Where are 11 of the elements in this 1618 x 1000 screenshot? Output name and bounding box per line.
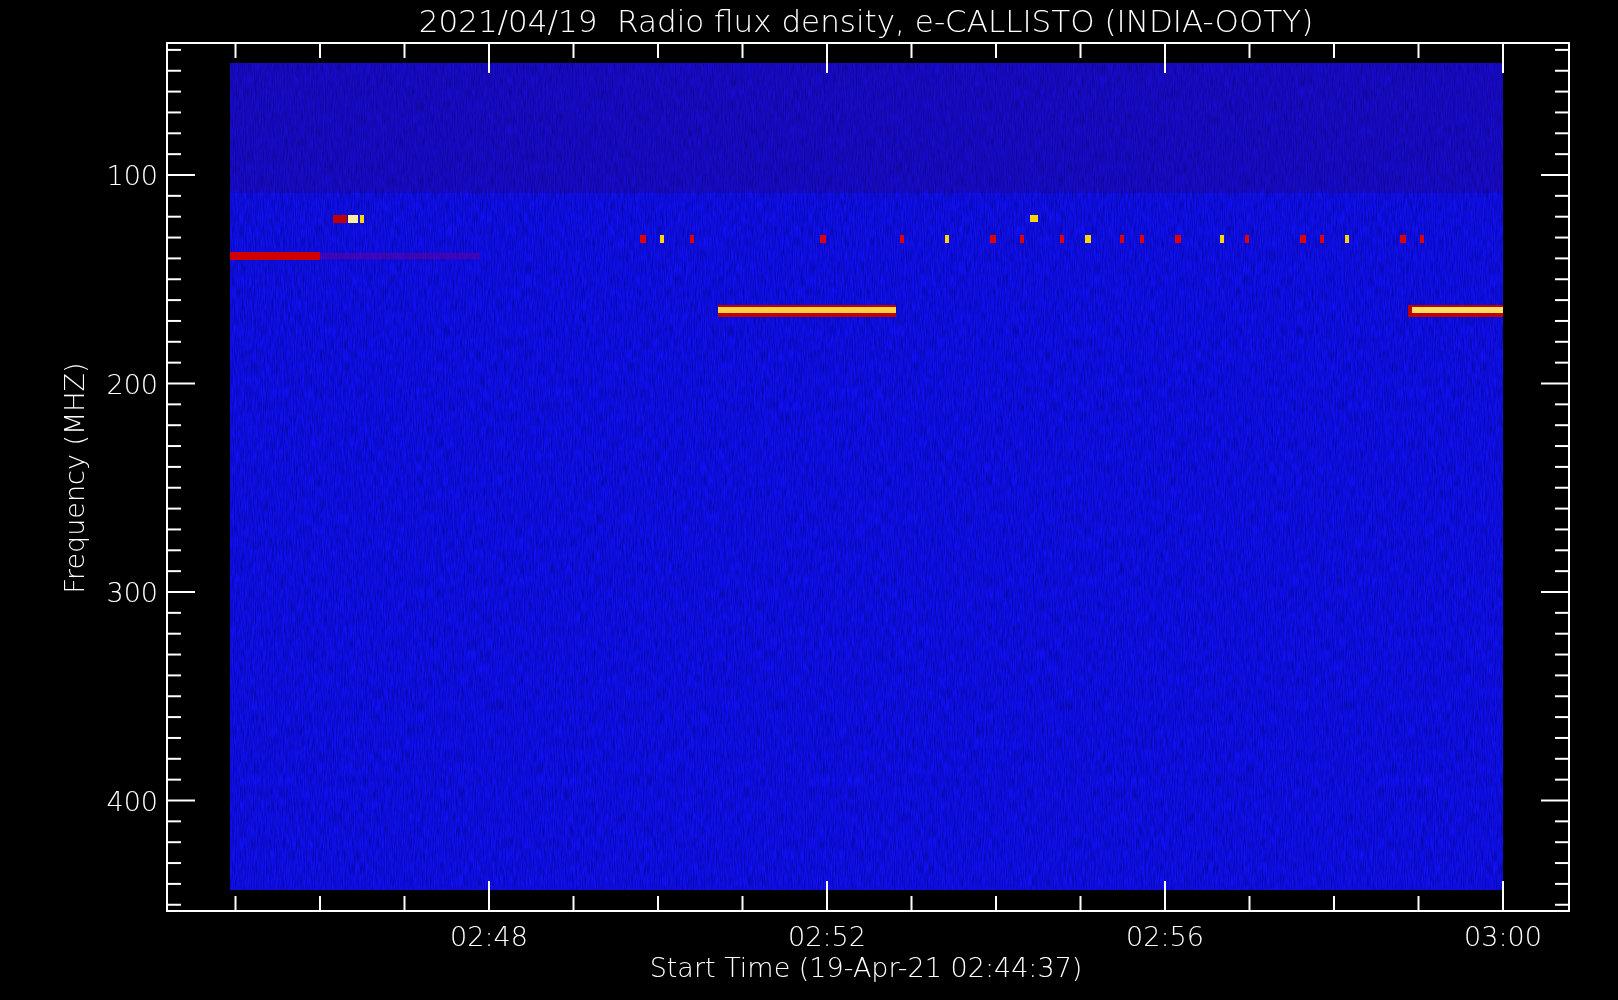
tick-label: 03:00	[1464, 921, 1542, 952]
tick-label: 100	[106, 160, 158, 191]
tick-label: 02:48	[450, 921, 528, 952]
tick-label: 02:52	[788, 921, 866, 952]
x-axis-label: Start Time (19-Apr-21 02:44:37)	[649, 952, 1083, 983]
tick-label: 200	[106, 368, 158, 400]
tick-label: 300	[106, 577, 158, 608]
tick-label: 02:56	[1126, 921, 1204, 952]
plot-title: 2021/04/19 Radio flux density, e-CALLISTO (INDIA-OOTY)	[418, 3, 1314, 39]
tick-label: 400	[106, 785, 158, 817]
y-axis-label: Frequency (MHZ)	[59, 362, 90, 594]
